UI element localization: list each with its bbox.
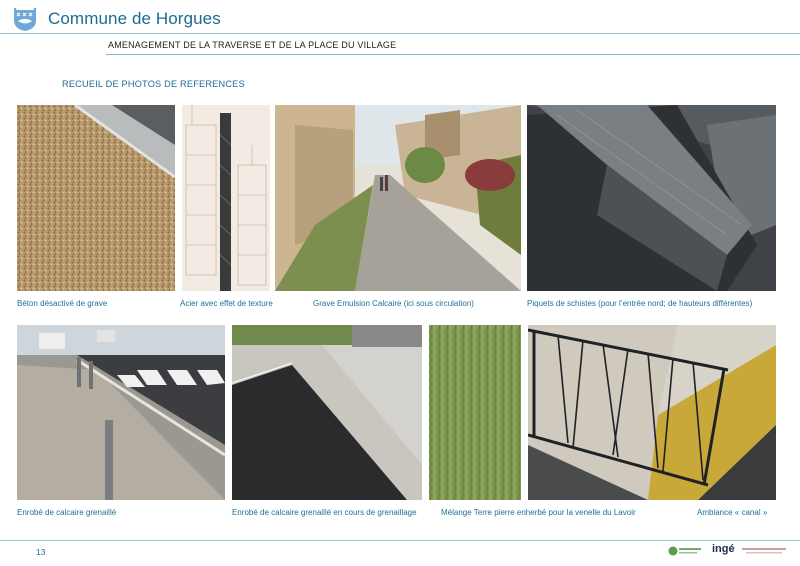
partner-logo-3 xyxy=(742,544,786,558)
caption-enrobe-grenaille: Enrobé de calcaire grenaillé xyxy=(17,508,117,517)
project-subtitle: AMENAGEMENT DE LA TRAVERSE ET DE LA PLAC… xyxy=(108,40,397,50)
partner-logo-1 xyxy=(668,544,702,558)
footer-rule xyxy=(0,540,800,541)
photo-piquets-schistes xyxy=(527,105,776,291)
subtitle-rule xyxy=(106,54,800,55)
photo-ambiance-canal xyxy=(528,325,776,500)
section-title: RECUEIL DE PHOTOS DE REFERENCES xyxy=(62,79,245,89)
header-rule xyxy=(0,33,800,34)
photo-terre-pierre xyxy=(429,325,521,500)
caption-grave-emulsion: Grave Emulsion Calcaire (ici sous circul… xyxy=(313,299,474,308)
partner-logo-2: ingé xyxy=(712,543,735,555)
caption-piquets-schistes: Piquets de schistes (pour l’entrée nord;… xyxy=(527,299,753,308)
photo-grave-emulsion xyxy=(275,105,521,291)
caption-enrobe-grenaillage: Enrobé de calcaire grenaillé en cours de… xyxy=(232,508,417,517)
photo-acier-texture xyxy=(182,105,270,291)
photo-beton-desactive xyxy=(17,105,175,291)
commune-logo xyxy=(10,6,40,32)
photo-enrobe-grenaillage xyxy=(232,325,422,500)
page-number: 13 xyxy=(36,547,46,557)
caption-acier-texture: Acier avec effet de texture xyxy=(180,299,273,308)
caption-terre-pierre: Mélange Terre pierre enherbé pour la ven… xyxy=(441,508,636,517)
caption-beton-desactive: Béton désactivé de grave xyxy=(17,299,108,308)
photo-enrobe-grenaille xyxy=(17,325,225,500)
caption-ambiance-canal: Ambiance « canal » xyxy=(697,508,768,517)
commune-title: Commune de Horgues xyxy=(48,9,221,28)
